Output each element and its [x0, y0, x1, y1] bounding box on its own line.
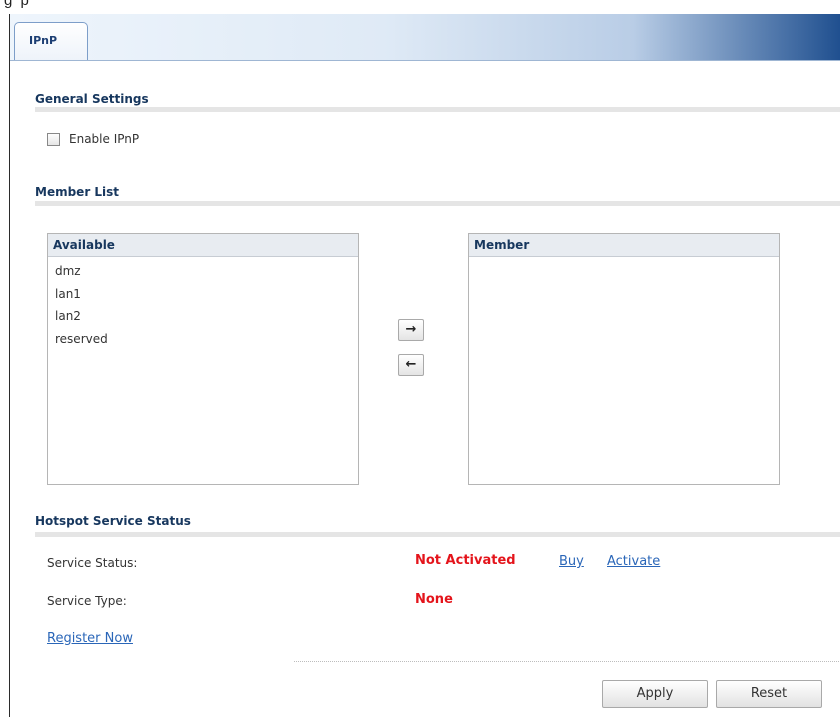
service-type-label: Service Type:	[47, 594, 127, 608]
member-header-label: Member	[474, 238, 530, 252]
register-now-link[interactable]: Register Now	[47, 631, 133, 646]
list-item[interactable]: reserved	[55, 332, 108, 346]
available-header-label: Available	[53, 238, 115, 252]
general-settings-divider	[35, 107, 840, 112]
figure-caption-fragment: g p	[0, 0, 840, 14]
service-status-label: Service Status:	[47, 556, 138, 570]
arrow-left-icon: ←	[405, 357, 417, 372]
tab-ipnp[interactable]: IPnP	[14, 22, 88, 60]
member-listbox[interactable]: Member	[468, 233, 780, 485]
reset-button[interactable]: Reset	[716, 680, 822, 708]
enable-ipnp-label[interactable]: Enable IPnP	[69, 132, 139, 146]
hotspot-status-divider	[35, 532, 840, 537]
add-member-arrow-button[interactable]: →	[398, 319, 424, 341]
general-settings-title: General Settings	[35, 92, 149, 106]
footer-divider	[294, 661, 840, 662]
service-type-value: None	[415, 592, 453, 607]
list-item[interactable]: dmz	[55, 264, 81, 278]
activate-link[interactable]: Activate	[607, 554, 660, 569]
list-item[interactable]: lan1	[55, 287, 81, 301]
enable-ipnp-checkbox[interactable]	[47, 133, 60, 146]
arrow-right-icon: →	[405, 322, 417, 337]
list-item[interactable]: lan2	[55, 309, 81, 323]
tab-ipnp-label: IPnP	[29, 34, 58, 47]
member-list-divider	[35, 201, 840, 206]
apply-button[interactable]: Apply	[602, 680, 708, 708]
buy-link[interactable]: Buy	[559, 554, 584, 569]
member-list-title: Member List	[35, 185, 120, 199]
tab-content-border	[10, 60, 840, 61]
available-header: Available	[48, 234, 358, 257]
hotspot-status-title: Hotspot Service Status	[35, 514, 191, 528]
member-header: Member	[469, 234, 779, 257]
available-listbox[interactable]: Available dmz lan1 lan2 reserved	[47, 233, 359, 485]
service-status-value: Not Activated	[415, 553, 516, 568]
tab-bar: IPnP	[10, 14, 840, 60]
remove-member-arrow-button[interactable]: ←	[398, 354, 424, 376]
caption-text: g p	[4, 0, 31, 9]
ipnp-config-panel: IPnP General Settings Enable IPnP Member…	[9, 14, 840, 717]
